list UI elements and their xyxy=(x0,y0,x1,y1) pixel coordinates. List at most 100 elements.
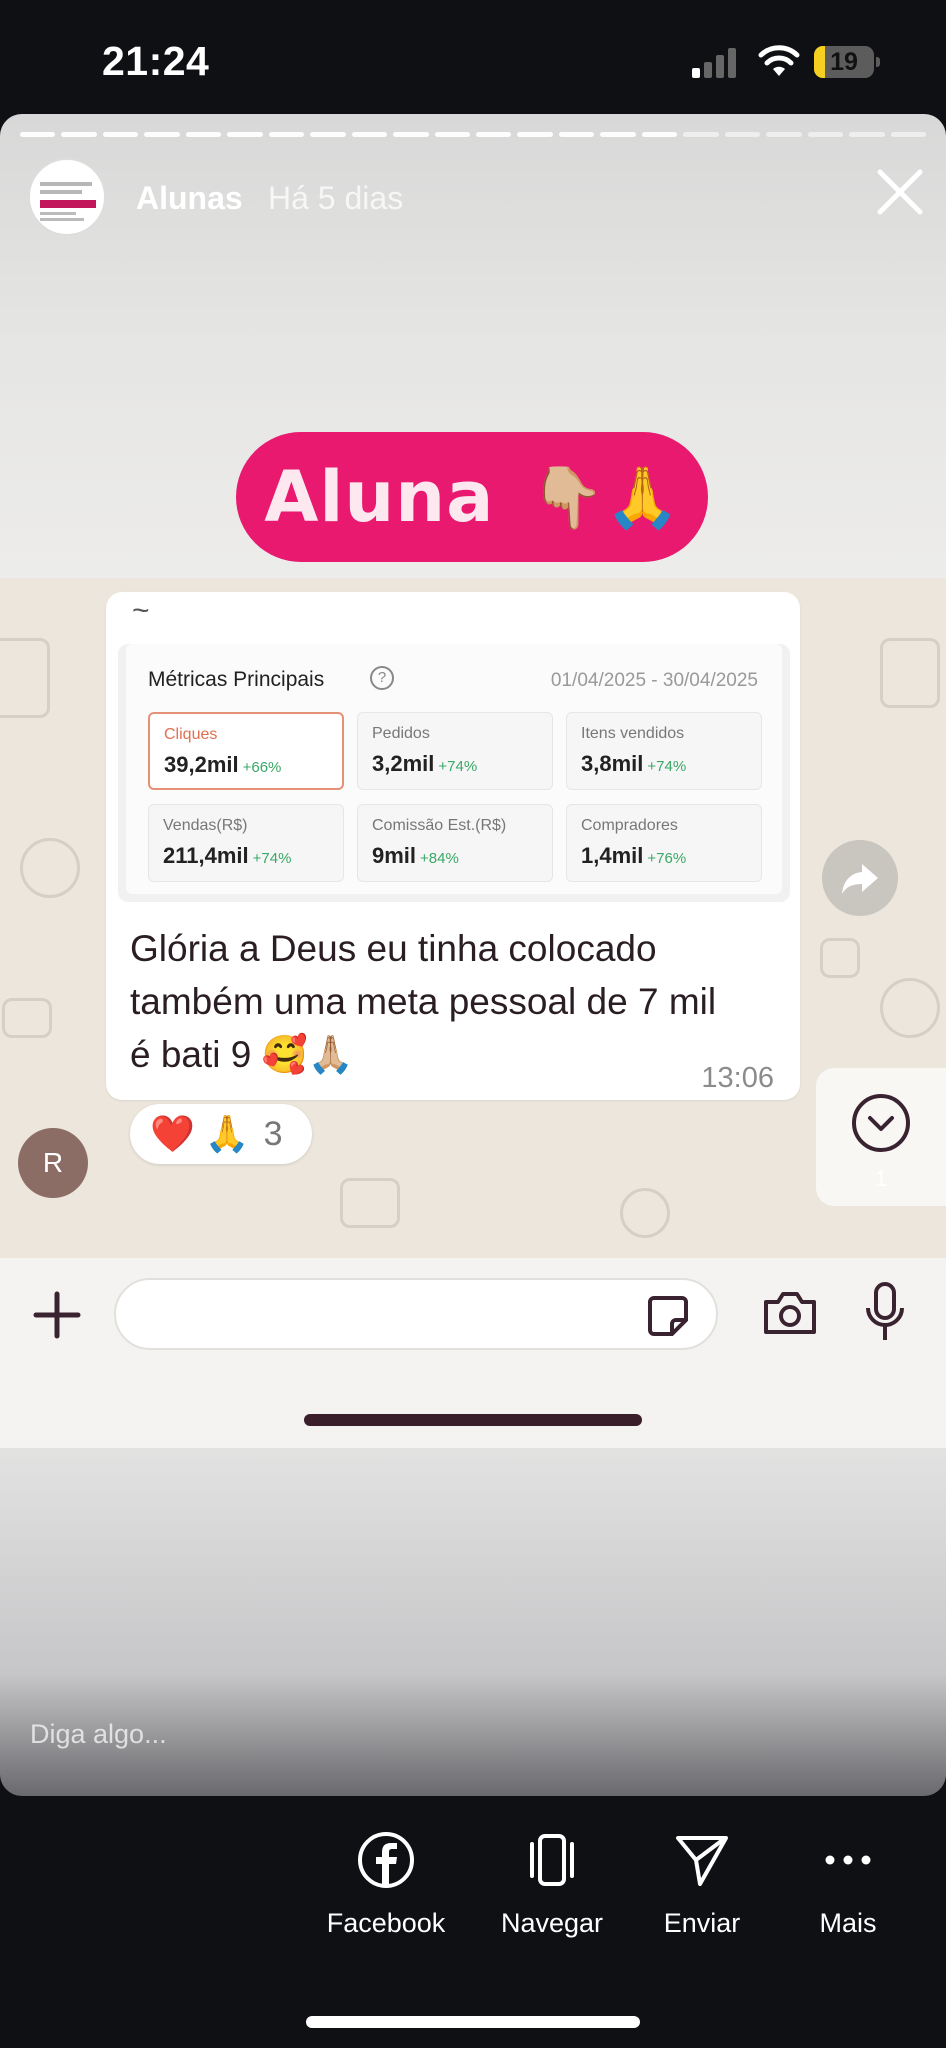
progress-segment xyxy=(393,132,429,137)
sender-prefix: ~ xyxy=(132,594,150,627)
facebook-label: Facebook xyxy=(326,1908,446,1938)
battery-icon: 19 xyxy=(814,46,880,78)
story-timestamp: Há 5 dias xyxy=(268,180,404,216)
status-time: 21:24 xyxy=(102,38,210,84)
progress-segment xyxy=(600,132,636,137)
more-button[interactable]: Mais xyxy=(768,1830,928,1939)
browse-button[interactable]: Navegar xyxy=(472,1830,632,1939)
metric-label: Pedidos xyxy=(372,725,430,742)
browse-icon xyxy=(530,1834,574,1886)
reply-input[interactable]: Diga algo... xyxy=(30,1719,167,1750)
facebook-icon xyxy=(358,1832,414,1888)
chat-screenshot: ~ Métricas Principais ? 01/04/2025 - 30/… xyxy=(0,578,946,1258)
progress-segment xyxy=(61,132,97,137)
chat-composer xyxy=(0,1258,946,1448)
progress-segment xyxy=(434,132,470,137)
message-reactions[interactable]: ❤️ 🙏 3 xyxy=(130,1104,312,1164)
sticker-text: Aluna xyxy=(264,456,495,538)
story-screen: 21:24 19 Alunas Há 5 dias Aluna 👇🏼🙏 ~ Mé… xyxy=(0,0,946,2048)
microphone-icon xyxy=(866,1282,904,1340)
metric-value: 3,2mil xyxy=(372,751,435,776)
metric-change: +76% xyxy=(647,850,687,867)
metrics-title: Métricas Principais xyxy=(148,668,325,691)
send-icon xyxy=(676,1836,728,1886)
progress-segment xyxy=(683,132,719,137)
help-icon: ? xyxy=(370,666,394,690)
metric-value: 1,4mil xyxy=(581,843,644,868)
date-range: 01/04/2025 - 30/04/2025 xyxy=(550,670,758,691)
story-card[interactable]: Alunas Há 5 dias Aluna 👇🏼🙏 ~ Métricas Pr… xyxy=(0,114,946,1796)
send-button[interactable]: Enviar xyxy=(622,1830,782,1939)
progress-segment xyxy=(475,132,512,137)
unread-count: 1 xyxy=(874,1166,888,1191)
metric-change: +74% xyxy=(438,758,478,775)
metric-change: +74% xyxy=(252,850,292,867)
quoted-image[interactable]: Métricas Principais ? 01/04/2025 - 30/04… xyxy=(118,644,790,902)
progress-segment xyxy=(185,132,222,137)
reaction-count: 3 xyxy=(263,1114,283,1153)
home-indicator[interactable] xyxy=(306,2016,640,2028)
metric-change: +84% xyxy=(420,850,459,867)
progress-segment xyxy=(766,132,802,137)
metric-change: +74% xyxy=(647,758,687,775)
metric-card-comissao: Comissão Est.(R$) 9mil +84% xyxy=(357,804,553,882)
metric-change: +66% xyxy=(242,759,282,776)
metric-value: 211,4mil xyxy=(163,843,249,868)
metric-value: 3,8mil xyxy=(581,751,644,776)
reaction-emojis: ❤️ 🙏 xyxy=(150,1113,250,1154)
progress-segment xyxy=(227,132,263,137)
progress-segment xyxy=(558,132,595,137)
battery-level: 19 xyxy=(830,48,858,76)
progress-segment xyxy=(102,132,139,137)
progress-segment xyxy=(517,132,553,137)
account-name[interactable]: Alunas xyxy=(136,180,243,217)
more-icon xyxy=(825,1855,871,1865)
progress-segment xyxy=(890,132,926,137)
progress-segment xyxy=(268,132,305,137)
sticker-icon xyxy=(648,1296,688,1336)
progress-segment xyxy=(807,132,844,137)
cellular-signal-icon xyxy=(692,46,740,78)
story-header: Alunas Há 5 dias xyxy=(28,158,923,242)
metric-card-compradores: Compradores 1,4mil +76% xyxy=(566,804,762,882)
metric-label: Cliques xyxy=(164,726,218,743)
screenshot-home-indicator xyxy=(304,1414,642,1426)
status-bar: 21:24 19 xyxy=(0,0,946,112)
more-label: Mais xyxy=(819,1908,877,1938)
progress-segment xyxy=(310,132,346,137)
chevron-down-icon xyxy=(852,1094,910,1152)
scroll-down-button[interactable]: 1 xyxy=(816,1068,946,1206)
progress-segment xyxy=(849,132,885,137)
metric-label: Comissão Est.(R$) xyxy=(372,817,507,834)
metric-label: Vendas(R$) xyxy=(163,817,248,834)
send-label: Enviar xyxy=(663,1908,741,1938)
story-progress xyxy=(20,132,926,137)
camera-icon xyxy=(764,1292,816,1334)
story-actions: Facebook Navegar Enviar Mais xyxy=(0,1830,946,1980)
progress-segment xyxy=(641,132,678,137)
metric-card-pedidos: Pedidos 3,2mil +74% xyxy=(357,712,553,790)
sender-avatar[interactable]: R xyxy=(18,1128,88,1198)
progress-segment xyxy=(724,132,761,137)
metric-label: Compradores xyxy=(581,817,678,834)
close-icon[interactable] xyxy=(870,162,930,222)
metric-value: 39,2mil xyxy=(164,752,239,777)
message-input xyxy=(114,1278,718,1350)
progress-segment xyxy=(20,132,56,137)
message-text: Glória a Deus eu tinha colocado também u… xyxy=(130,928,717,1075)
metric-label: Itens vendidos xyxy=(581,725,685,742)
metric-card-cliques: Cliques 39,2mil +66% xyxy=(148,712,344,790)
forward-button[interactable] xyxy=(822,840,898,916)
plus-icon xyxy=(33,1291,81,1339)
message-time: 13:06 xyxy=(701,1062,774,1094)
metric-card-vendas: Vendas(R$) 211,4mil +74% xyxy=(148,804,344,882)
progress-segment xyxy=(351,132,388,137)
message-bubble[interactable]: ~ Métricas Principais ? 01/04/2025 - 30/… xyxy=(106,592,800,1100)
sticker-emoji: 👇🏼🙏 xyxy=(530,463,680,531)
facebook-button[interactable]: Facebook xyxy=(306,1830,466,1939)
forward-icon xyxy=(842,864,878,894)
account-avatar[interactable] xyxy=(28,158,106,236)
progress-segment xyxy=(144,132,180,137)
metrics-panel: Métricas Principais ? 01/04/2025 - 30/04… xyxy=(126,644,782,894)
browse-label: Navegar xyxy=(500,1908,604,1938)
